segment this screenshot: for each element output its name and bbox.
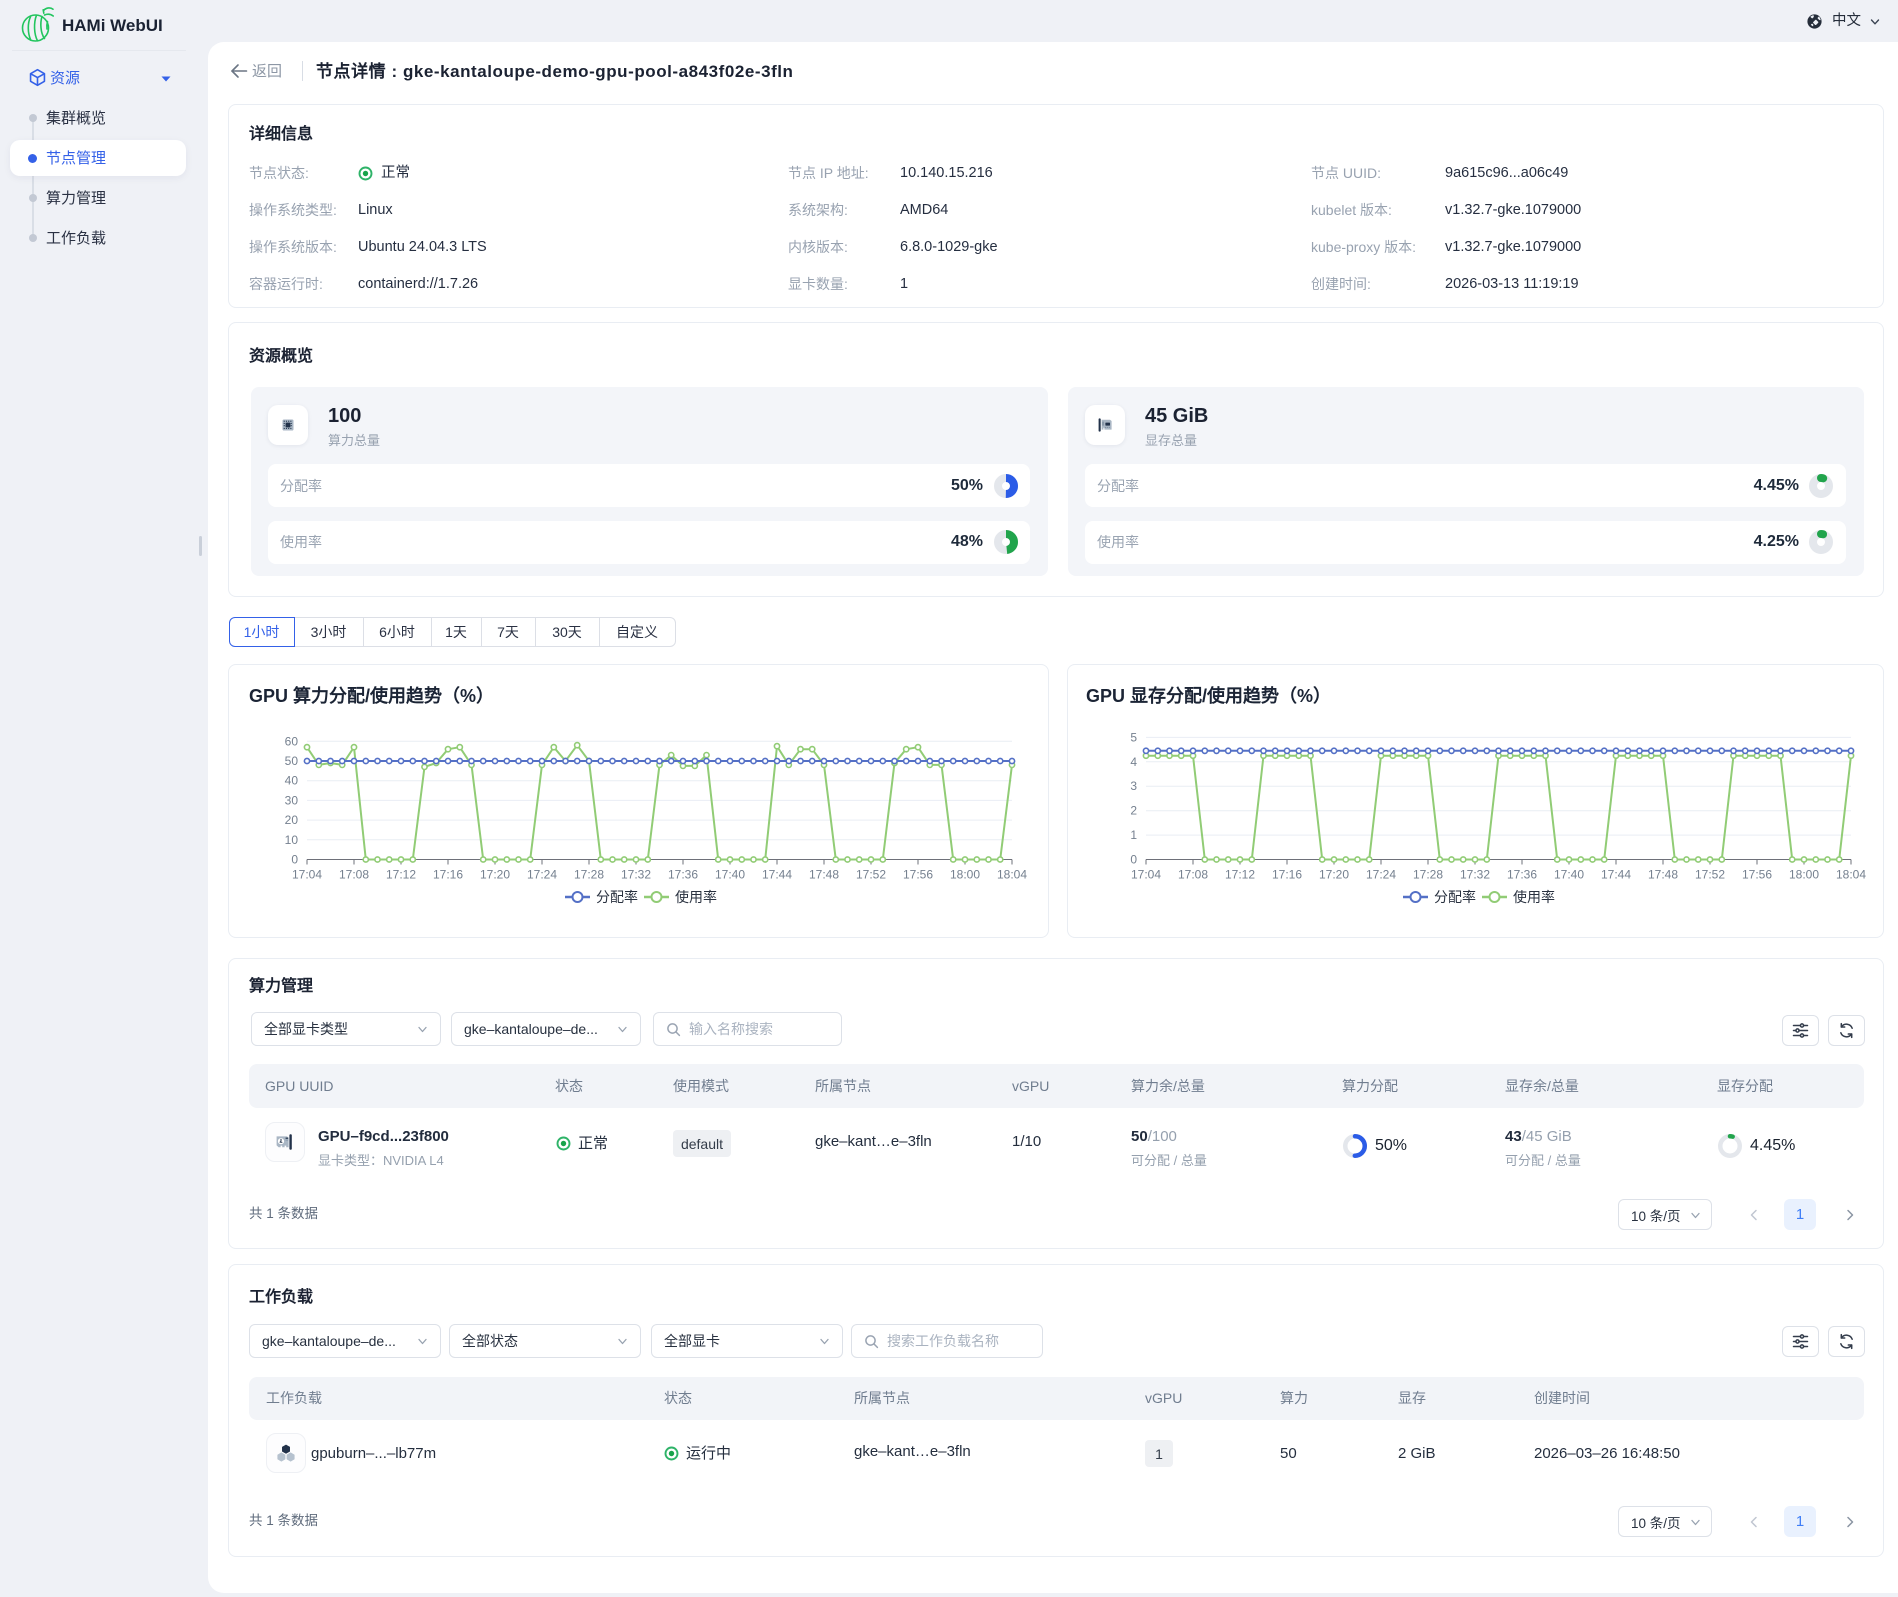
svg-text:17:24: 17:24 (527, 868, 557, 882)
svg-text:17:56: 17:56 (903, 868, 933, 882)
svg-text:17:32: 17:32 (621, 868, 651, 882)
svg-text:使用率: 使用率 (1513, 889, 1555, 905)
svg-text:0: 0 (291, 853, 298, 867)
svg-text:17:16: 17:16 (1272, 868, 1302, 882)
svg-text:分配率: 分配率 (596, 889, 638, 905)
svg-text:5: 5 (1130, 730, 1137, 744)
svg-text:17:32: 17:32 (1460, 868, 1490, 882)
svg-text:60: 60 (285, 734, 299, 748)
svg-text:17:04: 17:04 (292, 868, 322, 882)
svg-text:30: 30 (285, 793, 299, 807)
svg-text:17:24: 17:24 (1366, 868, 1396, 882)
svg-text:17:28: 17:28 (1413, 868, 1443, 882)
svg-text:20: 20 (285, 813, 299, 827)
svg-text:18:04: 18:04 (1836, 868, 1866, 882)
svg-text:使用率: 使用率 (675, 889, 717, 905)
svg-text:0: 0 (1130, 853, 1137, 867)
svg-text:17:28: 17:28 (574, 868, 604, 882)
svg-text:17:08: 17:08 (1178, 868, 1208, 882)
svg-text:2: 2 (1130, 804, 1137, 818)
svg-text:18:04: 18:04 (997, 868, 1027, 882)
svg-text:1: 1 (1130, 828, 1137, 842)
svg-text:3: 3 (1130, 779, 1137, 793)
svg-text:17:12: 17:12 (386, 868, 416, 882)
svg-text:17:20: 17:20 (480, 868, 510, 882)
svg-text:17:40: 17:40 (1554, 868, 1584, 882)
svg-text:18:00: 18:00 (1789, 868, 1819, 882)
svg-text:17:36: 17:36 (1507, 868, 1537, 882)
svg-text:17:04: 17:04 (1131, 868, 1161, 882)
svg-text:17:52: 17:52 (856, 868, 886, 882)
svg-text:17:44: 17:44 (762, 868, 792, 882)
svg-text:17:12: 17:12 (1225, 868, 1255, 882)
svg-text:17:52: 17:52 (1695, 868, 1725, 882)
svg-text:17:48: 17:48 (1648, 868, 1678, 882)
svg-text:17:20: 17:20 (1319, 868, 1349, 882)
svg-text:10: 10 (285, 833, 299, 847)
svg-text:17:56: 17:56 (1742, 868, 1772, 882)
svg-text:18:00: 18:00 (950, 868, 980, 882)
svg-text:分配率: 分配率 (1434, 889, 1476, 905)
svg-text:17:16: 17:16 (433, 868, 463, 882)
svg-text:4: 4 (1130, 755, 1137, 769)
svg-text:17:08: 17:08 (339, 868, 369, 882)
svg-text:17:48: 17:48 (809, 868, 839, 882)
svg-text:40: 40 (285, 774, 299, 788)
svg-text:17:40: 17:40 (715, 868, 745, 882)
svg-text:17:36: 17:36 (668, 868, 698, 882)
svg-text:50: 50 (285, 754, 299, 768)
svg-text:17:44: 17:44 (1601, 868, 1631, 882)
